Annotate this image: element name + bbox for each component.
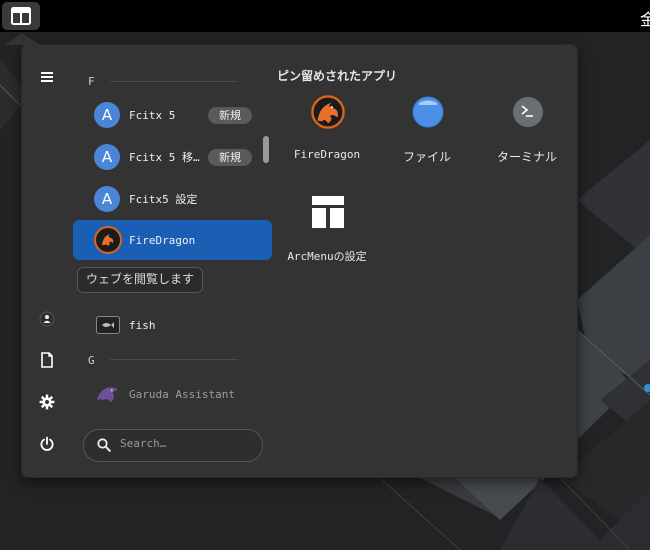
pinned-app-label: ファイル [402, 150, 451, 164]
pinned-app-label: FireDragon [293, 148, 361, 161]
folder-icon [411, 95, 445, 129]
app-item-label: Fcitx 5 移… [129, 151, 200, 164]
app-item-fcitx5[interactable]: A Fcitx 5 新規 [73, 95, 272, 135]
sidebar [22, 45, 72, 477]
section-header-g: G [88, 354, 95, 367]
settings-gear-icon [39, 394, 55, 410]
clock-text[interactable]: 金 [640, 6, 650, 30]
terminal-fish-icon [96, 316, 120, 334]
section-header-f: F [88, 75, 95, 88]
fcitx-a-icon: A [94, 102, 120, 128]
pinned-app-label: ターミナル [496, 150, 557, 164]
app-tooltip: ウェブを閲覧します [77, 267, 204, 293]
fcitx-a-icon: A [94, 144, 120, 170]
search-icon [97, 438, 111, 452]
app-item-fcitx5-settings[interactable]: A Fcitx5 設定 [73, 179, 272, 219]
menu-pointer-arrow [4, 33, 40, 45]
terminal-icon [511, 95, 545, 129]
user-icon [39, 311, 55, 327]
new-badge: 新規 [208, 148, 252, 166]
search-input[interactable] [120, 437, 250, 450]
garuda-eagle-icon [94, 381, 120, 407]
hamburger-menu-button[interactable] [35, 65, 59, 89]
app-item-fish[interactable]: fish [73, 305, 272, 345]
top-panel: 金 [0, 0, 650, 32]
power-icon [40, 436, 54, 451]
hamburger-menu-icon [41, 72, 53, 82]
pinned-apps-title: ピン留めされたアプリ [277, 69, 398, 83]
app-item-label: Fcitx5 設定 [129, 193, 198, 206]
new-badge: 新規 [208, 106, 252, 124]
app-item-label: FireDragon [129, 233, 196, 247]
app-item-label: Fcitx 5 [129, 108, 176, 122]
section-divider [110, 359, 238, 360]
app-list-scrollbar[interactable] [263, 136, 269, 163]
app-item-label: fish [129, 318, 156, 332]
settings-button[interactable] [35, 390, 59, 414]
power-button[interactable] [35, 432, 59, 456]
firedragon-icon [94, 226, 122, 254]
arcmenu-button[interactable] [2, 2, 40, 30]
app-item-fcitx5-migrator[interactable]: A Fcitx 5 移… 新規 [73, 137, 272, 177]
arcmenu-popup: F A Fcitx 5 新規 A Fcitx 5 移… 新規 A Fcitx5 … [4, 33, 577, 477]
fcitx-a-icon: A [94, 186, 120, 212]
app-item-label: Garuda Assistant [129, 387, 235, 401]
pinned-app-arcmenu-settings[interactable]: ArcMenuの設定 [277, 195, 377, 275]
arcmenu-layout-icon [11, 7, 31, 25]
documents-button[interactable] [35, 348, 59, 372]
pinned-app-label: ArcMenuの設定 [287, 250, 367, 263]
pinned-app-files[interactable]: ファイル [377, 95, 477, 175]
arcmenu-settings-icon [311, 195, 345, 229]
app-item-firedragon[interactable]: FireDragon [73, 220, 272, 260]
section-divider [110, 81, 238, 82]
app-list: F A Fcitx 5 新規 A Fcitx 5 移… 新規 A Fcitx5 … [72, 45, 272, 425]
document-icon [41, 352, 53, 368]
pinned-app-terminal[interactable]: ターミナル [477, 95, 577, 175]
pinned-app-firedragon[interactable]: FireDragon [277, 95, 377, 175]
user-button[interactable] [35, 307, 59, 331]
app-item-garuda-assistant[interactable]: Garuda Assistant [73, 374, 272, 414]
search-box[interactable] [83, 429, 263, 462]
firedragon-icon [311, 95, 345, 129]
